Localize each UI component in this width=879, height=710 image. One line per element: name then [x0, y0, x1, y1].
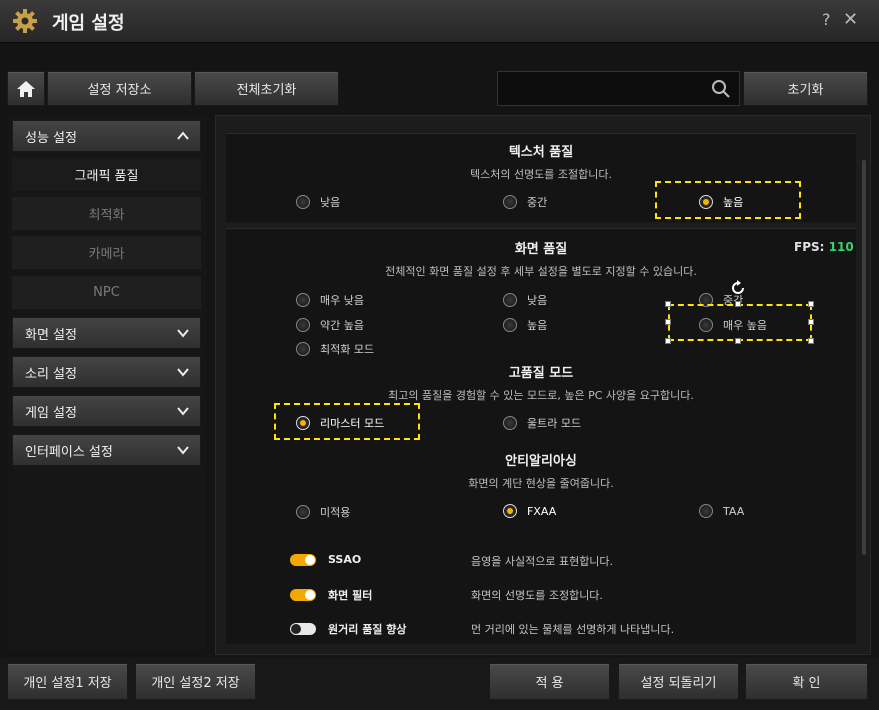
window-title: 게임 설정: [52, 13, 125, 34]
resize-handle[interactable]: [665, 338, 671, 344]
section-description: 텍스처의 선명도를 조절합니다.: [469, 168, 613, 181]
home-button[interactable]: [7, 71, 45, 106]
search-icon[interactable]: [711, 79, 731, 99]
radio-aa-none[interactable]: 미적용: [296, 504, 350, 520]
rotate-handle-icon[interactable]: [730, 280, 746, 296]
radio-icon: [296, 505, 310, 519]
close-button[interactable]: ✕: [843, 9, 858, 30]
toggle-ssao[interactable]: SSAO: [290, 553, 361, 566]
toggle-screen-filter[interactable]: 화면 필터: [290, 587, 372, 603]
section-title: 텍스처 품질: [508, 145, 574, 160]
highlight-box: [655, 181, 801, 219]
radio-icon: [503, 195, 517, 209]
sidebar-item-camera[interactable]: 카메라: [12, 236, 201, 269]
radio-aa-fxaa[interactable]: FXAA: [503, 504, 556, 518]
resize-handle[interactable]: [665, 301, 671, 307]
resize-handle[interactable]: [735, 338, 741, 344]
search-box: [497, 71, 740, 106]
radio-icon: [503, 416, 517, 430]
home-icon: [17, 80, 35, 97]
search-input[interactable]: [504, 78, 708, 100]
resize-handle[interactable]: [808, 301, 814, 307]
sidebar-item-graphics-quality[interactable]: 그래픽 품질: [12, 158, 201, 191]
reset-all-button[interactable]: 전체초기화: [194, 71, 339, 106]
radio-icon: [503, 504, 517, 518]
resize-handle[interactable]: [808, 319, 814, 325]
save-preset2-button[interactable]: 개인 설정2 저장: [135, 663, 256, 700]
revert-button[interactable]: 설정 되돌리기: [618, 663, 739, 700]
radio-screen-low[interactable]: 낮음: [503, 292, 547, 308]
radio-icon: [503, 318, 517, 332]
resize-handle[interactable]: [735, 301, 741, 307]
scrollbar[interactable]: [862, 160, 866, 555]
radio-icon: [296, 293, 310, 307]
gear-icon: [13, 9, 37, 33]
ok-button[interactable]: 확 인: [745, 663, 868, 700]
fps-counter: FPS: 110: [794, 240, 854, 254]
sidebar-item-screen[interactable]: 화면 설정: [12, 317, 201, 349]
section-description: 화면의 계단 현상을 줄여줍니다.: [468, 477, 614, 490]
radio-screen-optimized[interactable]: 최적화 모드: [296, 341, 374, 357]
resize-handle[interactable]: [808, 338, 814, 344]
radio-aa-taa[interactable]: TAA: [699, 504, 744, 518]
chevron-down-icon: [177, 407, 189, 416]
toggle-knob: [291, 624, 301, 634]
sidebar-item-performance[interactable]: 성능 설정: [12, 120, 201, 152]
sidebar-item-label: 소리 설정: [25, 366, 77, 382]
chevron-down-icon: [177, 329, 189, 338]
section-description: 최고의 품질을 경험할 수 있는 모드로, 높은 PC 사양을 요구합니다.: [388, 389, 694, 402]
resize-handle[interactable]: [665, 319, 671, 325]
radio-icon: [503, 293, 517, 307]
toggle-knob: [305, 554, 315, 565]
highlight-box: [274, 403, 420, 440]
radio-icon: [296, 342, 310, 356]
chevron-up-icon: [177, 131, 189, 140]
sidebar-item-label: 성능 설정: [25, 130, 77, 146]
sidebar-item-interface[interactable]: 인터페이스 설정: [12, 434, 201, 466]
chevron-down-icon: [177, 446, 189, 455]
sidebar-item-label: 인터페이스 설정: [25, 444, 113, 460]
section-title: 화면 품질: [514, 242, 568, 257]
radio-screen-very-low[interactable]: 매우 낮음: [296, 292, 364, 308]
selection-frame: [668, 304, 812, 341]
toggle-description: 화면의 선명도를 조정합니다.: [471, 589, 603, 602]
radio-icon: [296, 318, 310, 332]
sidebar-item-game[interactable]: 게임 설정: [12, 395, 201, 427]
toggle-track: [290, 553, 316, 566]
section-description: 전체적인 화면 품질 설정 후 세부 설정을 별도로 지정할 수 있습니다.: [385, 265, 697, 278]
apply-button[interactable]: 적 용: [489, 663, 610, 700]
sidebar: 성능 설정 그래픽 품질 최적화 카메라 NPC 화면 설정 소리 설정 게임 …: [8, 115, 206, 650]
radio-ultra-mode[interactable]: 울트라 모드: [503, 415, 581, 431]
sidebar-item-npc[interactable]: NPC: [12, 276, 201, 309]
title-bar: 게임 설정 ? ✕: [0, 0, 879, 43]
section-title: 안티알리아싱: [505, 454, 577, 469]
radio-texture-low[interactable]: 낮음: [296, 194, 340, 210]
sidebar-item-optimization[interactable]: 최적화: [12, 197, 201, 230]
radio-icon: [699, 504, 713, 518]
toggle-track: [290, 623, 316, 635]
radio-screen-slightly-high[interactable]: 약간 높음: [296, 317, 364, 333]
toggle-track: [290, 589, 316, 601]
save-preset1-button[interactable]: 개인 설정1 저장: [7, 663, 128, 700]
help-button[interactable]: ?: [822, 10, 831, 29]
toggle-description: 먼 거리에 있는 물체를 선명하게 나타냅니다.: [471, 623, 675, 636]
sidebar-item-sound[interactable]: 소리 설정: [12, 356, 201, 388]
save-store-button[interactable]: 설정 저장소: [47, 71, 192, 106]
settings-panel: 텍스처 품질 텍스처의 선명도를 조절합니다. 낮음 중간 높음 화면 품질 F…: [215, 115, 871, 655]
toggle-distance-quality[interactable]: 원거리 품질 향상: [290, 621, 407, 637]
toggle-knob: [305, 590, 315, 600]
radio-icon: [296, 195, 310, 209]
sidebar-item-label: 게임 설정: [25, 405, 77, 421]
reset-button[interactable]: 초기화: [743, 71, 868, 106]
radio-texture-medium[interactable]: 중간: [503, 194, 547, 210]
chevron-down-icon: [177, 368, 189, 377]
toggle-description: 음영을 사실적으로 표현합니다.: [471, 555, 614, 568]
section-title: 고품질 모드: [508, 366, 574, 381]
radio-screen-high[interactable]: 높음: [503, 317, 547, 333]
sidebar-item-label: 화면 설정: [25, 327, 77, 343]
